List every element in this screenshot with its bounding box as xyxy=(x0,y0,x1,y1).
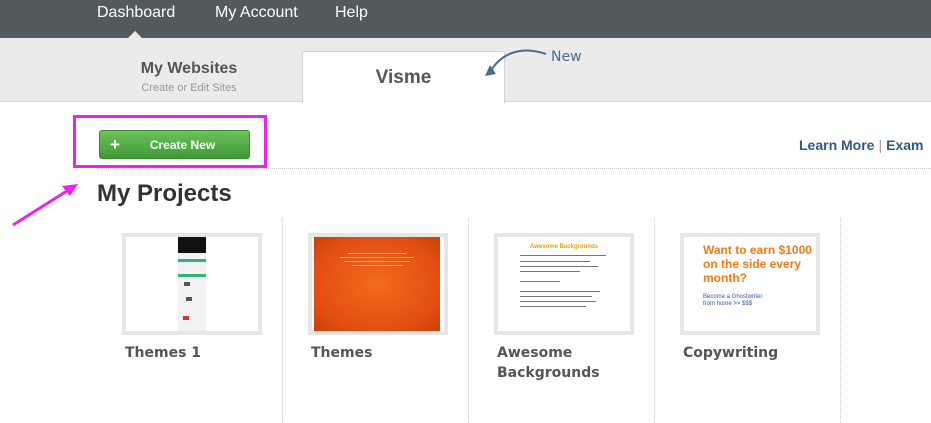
nav-dashboard[interactable]: Dashboard xyxy=(97,4,175,22)
thumbnail-title: Awesome Backgrounds xyxy=(530,244,598,250)
pink-annotation-arrow-icon xyxy=(12,184,78,227)
create-new-button[interactable]: + Create New xyxy=(99,130,250,159)
column-divider xyxy=(468,218,469,423)
tab-visme[interactable]: Visme xyxy=(302,51,505,103)
project-thumbnail-themes[interactable] xyxy=(308,233,448,335)
tab-my-websites-title: My Websites xyxy=(140,60,238,77)
tab-bar: My Websites Create or Edit Sites Visme xyxy=(0,38,931,103)
page-title: My Projects xyxy=(97,180,232,207)
nav-help[interactable]: Help xyxy=(335,4,368,22)
new-annotation-arrow-icon xyxy=(485,49,547,76)
learn-more-link[interactable]: Learn More xyxy=(799,137,874,153)
project-name-copywriting[interactable]: Copywriting xyxy=(683,343,778,363)
help-links: Learn More | Exam xyxy=(799,137,923,153)
create-new-label: Create New xyxy=(149,138,216,152)
project-thumbnail-awesome-backgrounds[interactable]: Awesome Backgrounds xyxy=(494,233,634,335)
project-name-themes[interactable]: Themes xyxy=(311,343,372,363)
project-thumbnail-copywriting[interactable]: Want to earn $1000 on the side every mon… xyxy=(680,233,820,335)
new-annotation-label: New xyxy=(551,49,582,65)
column-divider xyxy=(282,218,283,423)
project-name-awesome-backgrounds[interactable]: Awesome Backgrounds xyxy=(497,343,600,383)
thumbnail-subtext: Become a Ghostwriter from home >> $$$ xyxy=(703,294,763,307)
active-nav-caret xyxy=(128,31,142,38)
link-separator: | xyxy=(878,137,883,153)
examples-link[interactable]: Exam xyxy=(886,137,923,153)
divider xyxy=(97,168,931,169)
tab-visme-title: Visme xyxy=(375,67,432,88)
project-thumbnail-themes-1[interactable] xyxy=(122,233,262,335)
top-nav: Dashboard My Account Help xyxy=(0,0,931,38)
column-divider xyxy=(840,218,841,423)
nav-my-account[interactable]: My Account xyxy=(215,4,298,22)
column-divider xyxy=(654,218,655,423)
tab-my-websites-subtitle: Create or Edit Sites xyxy=(141,82,237,94)
tab-my-websites[interactable]: My Websites Create or Edit Sites xyxy=(100,60,278,94)
thumbnail-headline: Want to earn $1000 on the side every mon… xyxy=(703,243,812,285)
project-name-themes-1[interactable]: Themes 1 xyxy=(125,343,201,363)
